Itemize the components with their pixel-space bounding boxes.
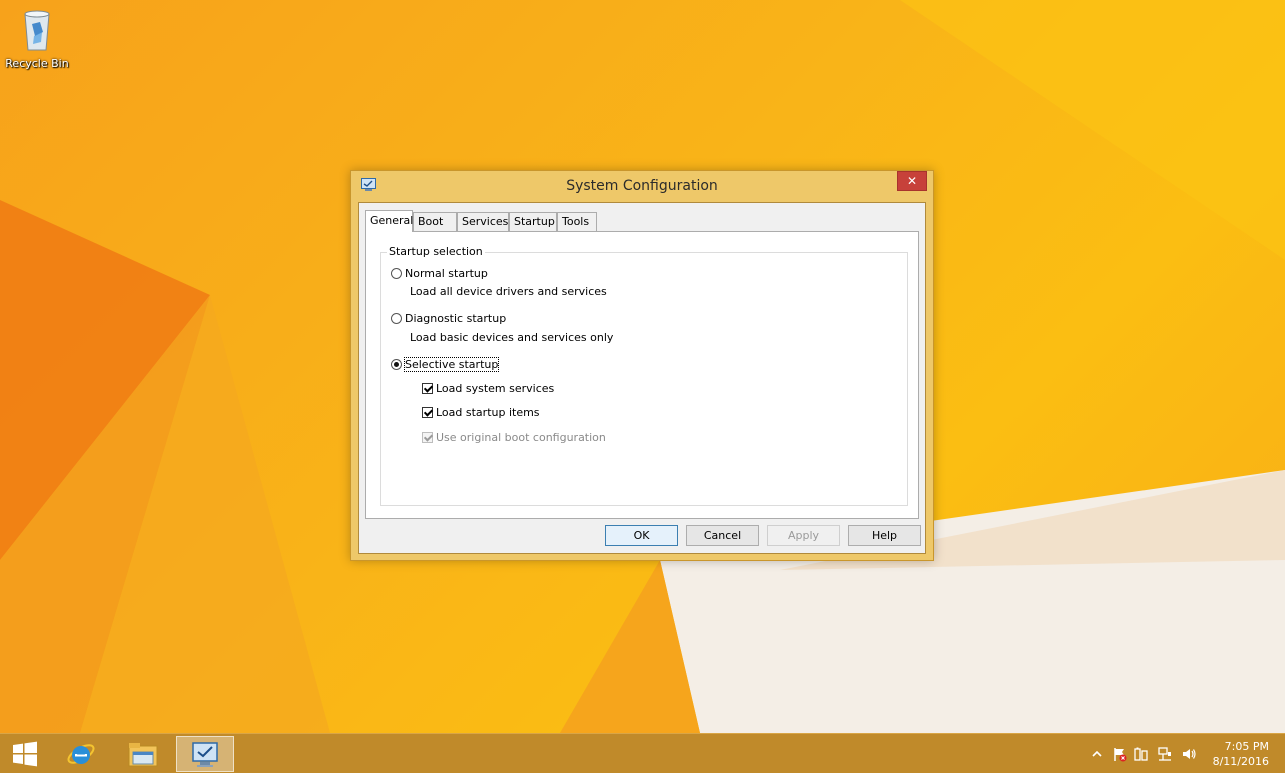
checkbox-indicator[interactable] xyxy=(422,383,433,394)
start-button[interactable] xyxy=(2,736,48,772)
windows-start-icon xyxy=(13,741,37,767)
use-original-boot-label: Use original boot configuration xyxy=(436,431,606,444)
cancel-button[interactable]: Cancel xyxy=(686,525,759,546)
selective-startup-radio[interactable]: Selective startup xyxy=(391,357,500,372)
taskbar: 7:05 PM 8/11/2016 xyxy=(0,733,1285,773)
checkbox-indicator[interactable] xyxy=(422,407,433,418)
system-configuration-window: System Configuration ✕ General Boot Serv… xyxy=(350,170,934,561)
title-bar[interactable]: System Configuration ✕ xyxy=(351,171,933,201)
load-startup-items-checkbox[interactable]: Load startup items xyxy=(422,406,540,419)
ok-button[interactable]: OK xyxy=(605,525,678,546)
load-system-services-label: Load system services xyxy=(436,382,555,395)
clock[interactable]: 7:05 PM 8/11/2016 xyxy=(1213,739,1269,769)
desktop-icon-recycle-bin[interactable]: Recycle Bin xyxy=(4,6,70,70)
diagnostic-startup-description: Load basic devices and services only xyxy=(410,331,614,344)
file-explorer-icon xyxy=(128,743,158,767)
normal-startup-label: Normal startup xyxy=(405,267,488,280)
diagnostic-startup-radio[interactable]: Diagnostic startup xyxy=(391,312,506,325)
tab-startup[interactable]: Startup xyxy=(509,212,557,231)
tab-services[interactable]: Services xyxy=(457,212,509,231)
desktop-icon-label: Recycle Bin xyxy=(5,57,69,70)
window-title: System Configuration xyxy=(566,178,718,194)
load-startup-items-label: Load startup items xyxy=(436,406,540,419)
normal-startup-description: Load all device drivers and services xyxy=(410,285,607,298)
radio-indicator[interactable] xyxy=(391,359,402,370)
action-center-flag-icon[interactable] xyxy=(1111,746,1127,762)
notification-area: 7:05 PM 8/11/2016 xyxy=(1085,734,1285,774)
show-hidden-icons-chevron-icon[interactable] xyxy=(1089,746,1105,762)
help-button[interactable]: Help xyxy=(848,525,921,546)
normal-startup-radio[interactable]: Normal startup xyxy=(391,267,488,280)
selective-startup-label: Selective startup xyxy=(403,357,500,372)
checkbox-indicator xyxy=(422,432,433,443)
tab-boot[interactable]: Boot xyxy=(413,212,457,231)
load-system-services-checkbox[interactable]: Load system services xyxy=(422,382,554,395)
power-icon[interactable] xyxy=(1133,746,1149,762)
apply-button: Apply xyxy=(767,525,840,546)
group-label: Startup selection xyxy=(387,245,485,258)
system-configuration-icon xyxy=(192,742,218,767)
tab-tools[interactable]: Tools xyxy=(557,212,597,231)
radio-indicator[interactable] xyxy=(391,313,402,324)
startup-selection-group: Startup selection Normal startup Load al… xyxy=(380,245,908,506)
tab-general[interactable]: General xyxy=(365,210,413,232)
diagnostic-startup-label: Diagnostic startup xyxy=(405,312,507,325)
close-button[interactable]: ✕ xyxy=(897,171,927,191)
taskbar-file-explorer[interactable] xyxy=(120,736,166,772)
dialog-client-area: General Boot Services Startup Tools Star… xyxy=(358,202,926,554)
radio-indicator[interactable] xyxy=(391,268,402,279)
use-original-boot-checkbox: Use original boot configuration xyxy=(422,431,606,444)
general-tab-panel: Startup selection Normal startup Load al… xyxy=(365,231,919,519)
internet-explorer-icon xyxy=(67,744,95,764)
clock-date: 8/11/2016 xyxy=(1212,755,1269,768)
network-icon[interactable] xyxy=(1157,746,1173,762)
taskbar-internet-explorer[interactable] xyxy=(58,736,104,772)
recycle-bin-icon xyxy=(24,10,50,51)
clock-time: 7:05 PM xyxy=(1224,740,1269,753)
volume-icon[interactable] xyxy=(1181,746,1197,762)
taskbar-system-configuration[interactable] xyxy=(176,736,234,772)
